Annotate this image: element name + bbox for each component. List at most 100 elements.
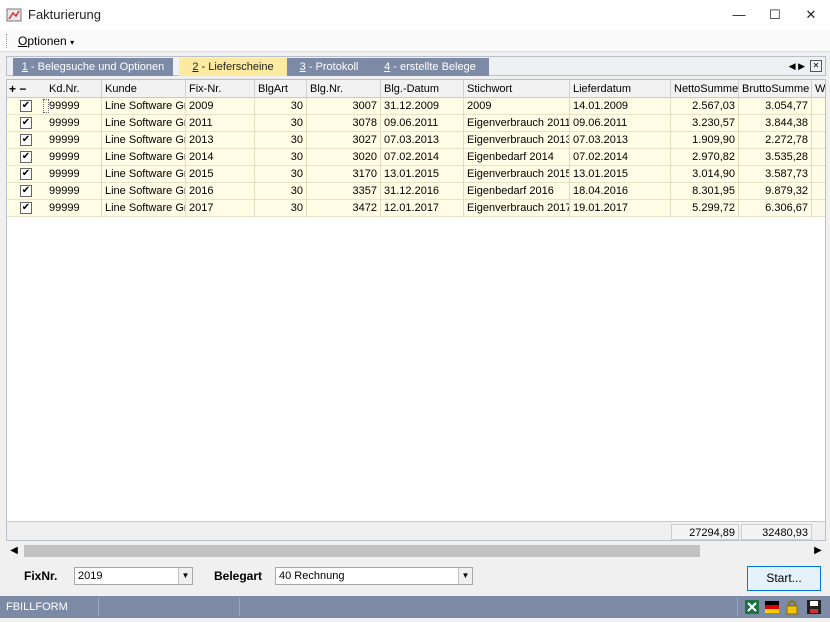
cell-stichwort: Eigenbedarf 2016 [464,183,570,200]
tab-label: - Protokoll [305,61,359,73]
maximize-button[interactable]: ☐ [756,0,794,30]
cell-stichwort: 2009 [464,98,570,115]
column-header[interactable]: Stichwort [464,80,570,98]
cell-kdnr: 99999 [46,183,102,200]
cell-datum: 31.12.2016 [381,183,464,200]
column-header[interactable]: Kunde [102,80,186,98]
table-row[interactable]: ✔ 99999 Line Software Gr 2014 30 3020 07… [7,149,825,166]
column-header[interactable]: Kd.Nr. [46,80,102,98]
row-checkbox[interactable]: ✔ [20,134,32,146]
table-row[interactable]: ✔ 99999 Line Software Gr 2013 30 3027 07… [7,132,825,149]
cell-blgnr: 3078 [307,115,381,132]
column-header[interactable]: W [812,80,825,98]
grid-footer: 27294,89 32480,93 [7,521,825,540]
tab-label: - erstellte Belege [390,61,476,73]
delivery-notes-grid[interactable]: + − Kd.Nr. Kunde Fix-Nr. BlgArt Blg.Nr. … [6,79,826,541]
cell-lieferdatum: 13.01.2015 [570,166,671,183]
table-row[interactable]: ✔ 99999 Line Software Gr 2015 30 3170 13… [7,166,825,183]
chevron-down-icon[interactable]: ▼ [458,568,472,584]
chevron-right-icon[interactable]: ▶ [798,61,805,71]
cell-datum: 13.01.2015 [381,166,464,183]
tab-erstellte-belege[interactable]: 4 - erstellte Belege [371,58,489,76]
cell-blgnr: 3027 [307,132,381,149]
tab-close-icon[interactable]: ✕ [810,60,822,72]
cell-lieferdatum: 18.04.2016 [570,183,671,200]
cell-brutto: 3.054,77 [739,98,812,115]
cell-blgart: 30 [255,149,307,166]
excel-icon[interactable] [744,599,760,615]
row-checkbox[interactable]: ✔ [20,151,32,163]
row-checkbox[interactable]: ✔ [20,202,32,214]
column-header[interactable]: Lieferdatum [570,80,671,98]
cell-kunde: Line Software Gr [102,183,186,200]
start-button[interactable]: Start... [747,566,821,591]
scroll-right-icon[interactable]: ▶ [810,543,826,559]
minimize-button[interactable]: — [720,0,758,30]
column-header[interactable]: Fix-Nr. [186,80,255,98]
cell-stichwort: Eigenverbrauch 2015 [464,166,570,183]
scroll-left-icon[interactable]: ◀ [6,543,22,559]
chevron-left-icon[interactable]: ◀ [789,61,796,71]
total-netto: 27294,89 [671,524,739,540]
cell-netto: 8.301,95 [671,183,739,200]
column-header[interactable]: Blg.Nr. [307,80,381,98]
horizontal-scrollbar[interactable]: ◀ ▶ [6,543,826,559]
cell-kdnr: 99999 [46,149,102,166]
row-checkbox[interactable]: ✔ [20,185,32,197]
lock-icon[interactable] [784,599,800,615]
row-checkbox[interactable]: ✔ [20,117,32,129]
cell-fixnr: 2017 [186,200,255,217]
menu-optionen[interactable]: Optionen ▾ [18,34,74,48]
fixnr-value: 2019 [78,570,103,582]
cell-kunde: Line Software Gr [102,98,186,115]
column-header[interactable]: BruttoSumme [739,80,812,98]
tab-protokoll[interactable]: 3 - Protokoll [287,58,371,76]
column-header[interactable]: BlgArt [255,80,307,98]
belegart-select[interactable]: 40 Rechnung ▼ [275,567,473,585]
title-bar: Fakturierung — ☐ ✕ [0,0,830,30]
cell-blgart: 30 [255,115,307,132]
row-checkbox[interactable]: ✔ [20,168,32,180]
scroll-thumb[interactable] [24,545,700,557]
close-button[interactable]: ✕ [792,0,830,30]
flag-de-icon[interactable] [764,599,780,615]
cell-netto: 1.909,90 [671,132,739,149]
cell-blgnr: 3020 [307,149,381,166]
tab-belegsuche[interactable]: 1 - Belegsuche und Optionen [13,58,173,76]
cell-fixnr: 2015 [186,166,255,183]
cell-kunde: Line Software Gr [102,149,186,166]
tab-label: - Lieferscheine [198,61,274,73]
cell-netto: 3.014,90 [671,166,739,183]
tab-bar: 1 - Belegsuche und Optionen 2 - Liefersc… [6,56,826,76]
tab-lieferscheine[interactable]: 2 - Lieferscheine [179,58,287,76]
cell-lieferdatum: 14.01.2009 [570,98,671,115]
fixnr-label: FixNr. [24,569,58,583]
expand-collapse-icon[interactable]: + − [7,80,47,98]
cell-kdnr: 99999 [46,166,102,183]
chevron-down-icon[interactable]: ▼ [178,568,192,584]
cell-blgnr: 3007 [307,98,381,115]
cell-brutto: 9.879,32 [739,183,812,200]
cell-blgart: 30 [255,200,307,217]
app-icon [6,8,22,22]
cell-blgart: 30 [255,183,307,200]
column-header[interactable]: Blg.-Datum [381,80,464,98]
cell-brutto: 3.587,73 [739,166,812,183]
chevron-down-icon: ▾ [70,38,75,47]
cell-kunde: Line Software Gr [102,132,186,149]
table-row[interactable]: ✔ 99999 Line Software Gr 2017 30 3472 12… [7,200,825,217]
cell-lieferdatum: 07.02.2014 [570,149,671,166]
row-checkbox[interactable]: ✔ [20,100,32,112]
save-icon[interactable] [806,599,822,615]
fixnr-select[interactable]: 2019 ▼ [74,567,193,585]
tab-scroll-arrows[interactable]: ◀ ▶ [789,58,805,74]
cell-blgnr: 3170 [307,166,381,183]
table-row[interactable]: ✔ 99999 Line Software Gr 2009 30 3007 31… [7,98,825,115]
table-row[interactable]: ✔ 99999 Line Software Gr 2011 30 3078 09… [7,115,825,132]
cell-brutto: 3.844,38 [739,115,812,132]
cell-fixnr: 2016 [186,183,255,200]
belegart-label: Belegart [214,569,263,583]
menu-grip-icon [6,34,8,48]
column-header[interactable]: NettoSumme [671,80,739,98]
table-row[interactable]: ✔ 99999 Line Software Gr 2016 30 3357 31… [7,183,825,200]
